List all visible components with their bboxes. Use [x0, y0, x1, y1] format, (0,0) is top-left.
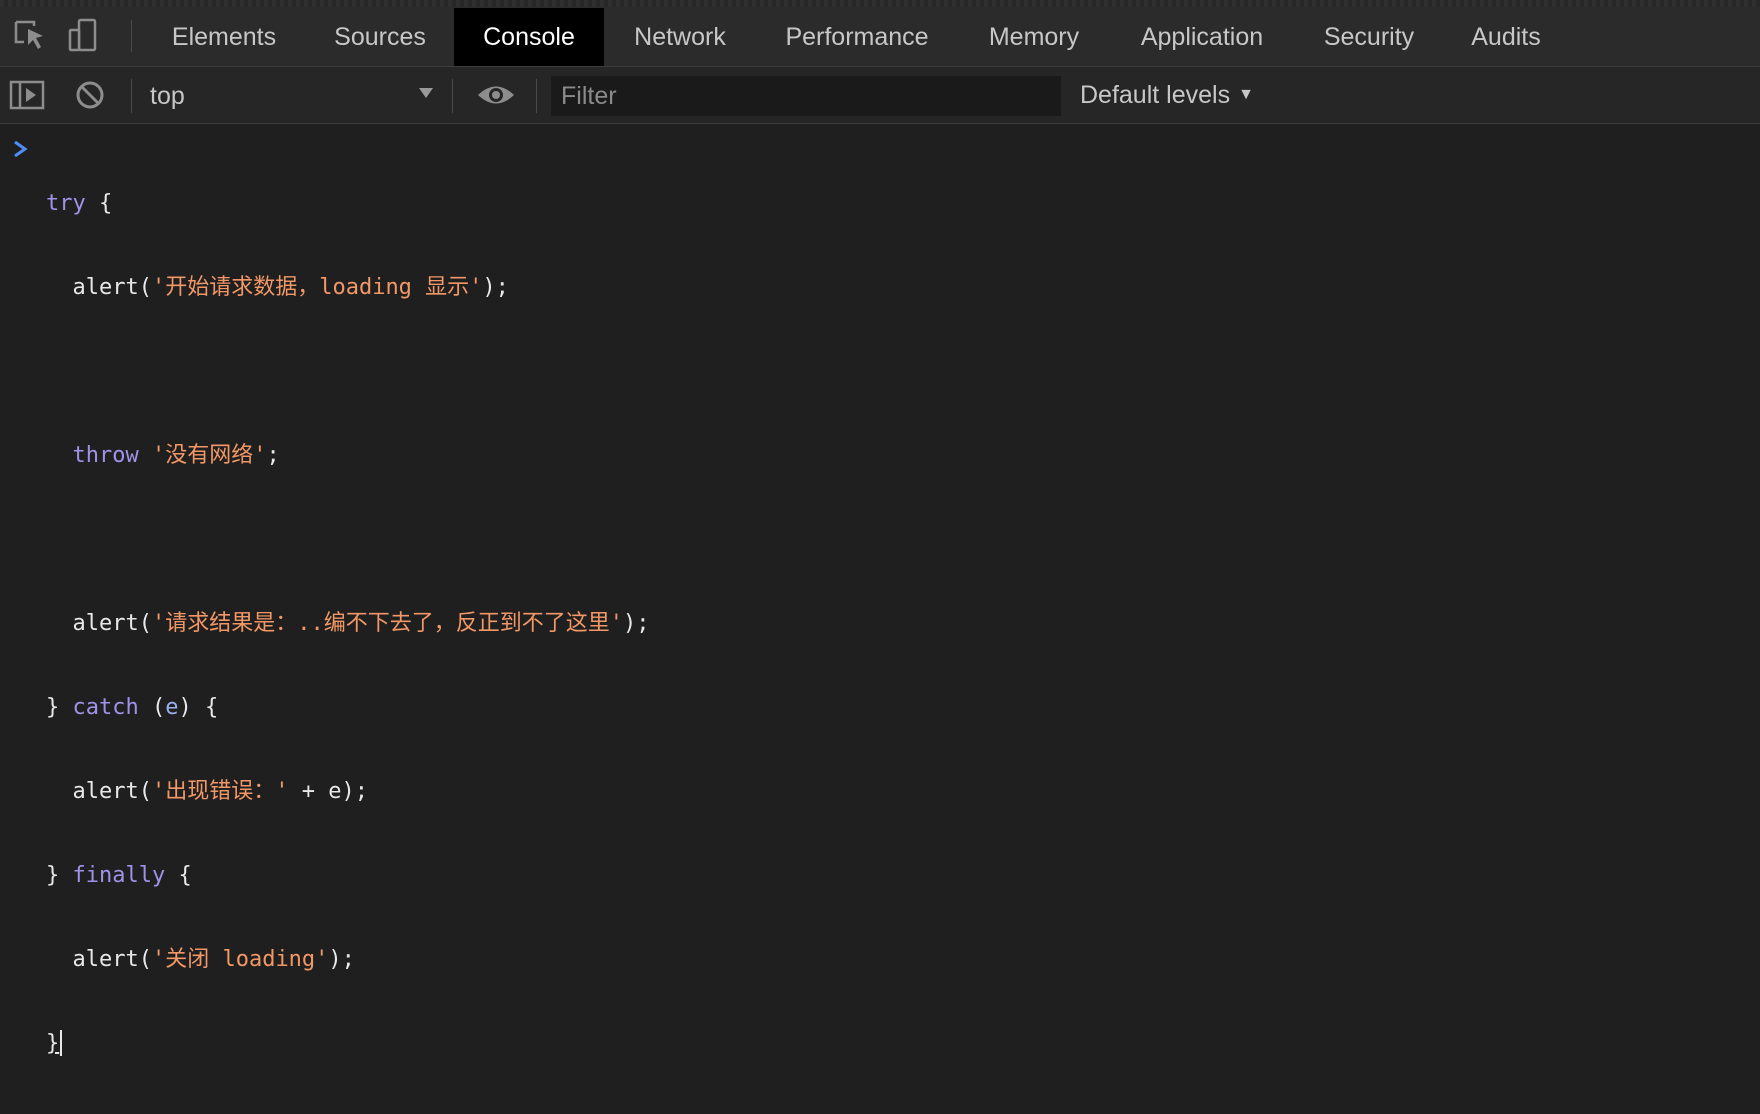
toolbar-separator [131, 79, 132, 113]
clear-console-icon[interactable] [70, 75, 110, 115]
console-toolbar: top Default levels ▼ [0, 67, 1760, 124]
code-line: alert('请求结果是：..编不下去了，反正到不了这里'); [46, 610, 649, 638]
keyword-finally: finally [72, 863, 166, 888]
code-line: } [46, 1030, 649, 1058]
log-levels-dropdown[interactable]: Default levels ▼ [1080, 77, 1254, 113]
console-input-code[interactable]: try { alert('开始请求数据，loading 显示'); throw … [46, 134, 649, 1114]
code-text: ); [482, 275, 509, 300]
closing-brace: } [46, 1031, 60, 1056]
code-text: alert( [46, 779, 152, 804]
code-text: + e); [288, 779, 368, 804]
code-line: alert('关闭 loading'); [46, 946, 649, 974]
code-line: } finally { [46, 862, 649, 890]
code-text: { [165, 863, 192, 888]
string-literal: '开始请求数据，loading 显示' [151, 275, 483, 300]
levels-dropdown-arrow-icon: ▼ [1238, 86, 1254, 103]
show-console-sidebar-icon[interactable] [8, 75, 48, 115]
context-dropdown-arrow-icon[interactable] [418, 85, 434, 106]
string-literal: '出现错误：' [151, 779, 289, 804]
code-text: ); [622, 611, 650, 636]
tab-network[interactable]: Network [612, 8, 748, 66]
live-expression-eye-icon[interactable] [476, 75, 516, 115]
devtools-tab-bar: Elements Sources Console Network Perform… [0, 0, 1760, 67]
code-text: alert( [46, 947, 152, 972]
keyword-try: try [46, 191, 86, 216]
code-line: alert('出现错误：' + e); [46, 778, 649, 806]
tab-security[interactable]: Security [1310, 8, 1428, 66]
tab-sources[interactable]: Sources [310, 8, 450, 66]
tab-audits[interactable]: Audits [1460, 8, 1552, 66]
code-text: ; [266, 443, 280, 468]
text-caret [60, 1030, 63, 1056]
string-literal: '请求结果是：..编不下去了，反正到不了这里' [151, 611, 623, 636]
console-prompt-chevron-icon [12, 139, 30, 164]
tab-elements[interactable]: Elements [148, 8, 300, 66]
code-line: alert('开始请求数据，loading 显示'); [46, 274, 649, 302]
catch-variable: e [165, 695, 179, 720]
code-line: } catch (e) { [46, 694, 649, 722]
keyword-catch: catch [72, 695, 139, 720]
log-levels-label: Default levels [1080, 80, 1231, 109]
filter-input[interactable] [551, 76, 1061, 116]
string-literal: '没有网络' [151, 443, 267, 468]
tab-separator [131, 20, 132, 52]
tab-console[interactable]: Console [454, 8, 604, 66]
code-text: ( [138, 695, 166, 720]
tab-application[interactable]: Application [1126, 8, 1278, 66]
code-text: alert( [46, 275, 152, 300]
tab-memory[interactable]: Memory [976, 8, 1092, 66]
code-line: try { [46, 190, 649, 218]
code-line: throw '没有网络'; [46, 442, 649, 470]
js-context-value: top [150, 81, 185, 110]
code-text: alert( [46, 611, 152, 636]
string-literal: '关闭 loading' [151, 947, 329, 972]
keyword-throw: throw [72, 443, 139, 468]
code-text: } [46, 695, 73, 720]
console-panel[interactable]: try { alert('开始请求数据，loading 显示'); throw … [0, 124, 1760, 1056]
code-text: ); [328, 947, 355, 972]
code-text: } [46, 863, 73, 888]
toolbar-separator [452, 79, 453, 113]
tab-performance[interactable]: Performance [770, 8, 944, 66]
js-context-selector[interactable]: top [150, 79, 440, 113]
toolbar-separator [536, 79, 537, 113]
device-toolbar-icon[interactable] [66, 16, 106, 56]
inspect-element-icon[interactable] [12, 16, 52, 56]
code-text: { [85, 191, 113, 216]
code-text: ) { [178, 695, 219, 720]
